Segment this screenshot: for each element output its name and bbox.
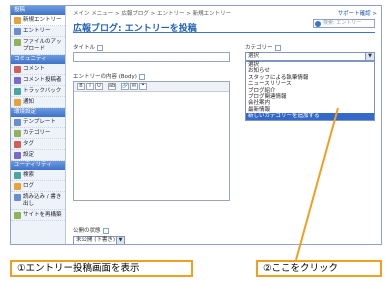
sidebar-item-label: 新規エントリー bbox=[23, 17, 62, 23]
new-entry-icon bbox=[14, 17, 21, 24]
toolbar-button[interactable]: I bbox=[86, 83, 94, 90]
sidebar-item-label: 読み込み / 書き出し bbox=[23, 194, 62, 207]
notify-icon bbox=[14, 99, 21, 106]
sidebar-section-header: ユーティリティ bbox=[11, 161, 65, 170]
sidebar-item-label: コメント投稿者 bbox=[23, 77, 62, 83]
sidebar-item[interactable]: ログ bbox=[11, 181, 65, 192]
sidebar-item-label: サイトを再構築 bbox=[23, 212, 62, 218]
sidebar-section-header: 環境設定 bbox=[11, 108, 65, 117]
category-icon bbox=[14, 130, 21, 137]
sidebar-item[interactable]: 新規エントリー bbox=[11, 15, 65, 26]
search-placeholder: 検索: エントリー bbox=[323, 20, 362, 26]
help-icon[interactable] bbox=[102, 227, 109, 234]
toolbar-button[interactable]: 🔗 bbox=[121, 83, 129, 90]
sidebar-item-label: 設定 bbox=[23, 152, 35, 158]
sidebar-item-label: エントリー bbox=[23, 28, 51, 34]
toolbar-button[interactable]: U bbox=[95, 83, 103, 90]
search-icon bbox=[315, 21, 321, 27]
sidebar-item-label: カテゴリー bbox=[23, 130, 51, 136]
toolbar-button[interactable]: ❝ bbox=[139, 83, 147, 90]
log-icon bbox=[14, 183, 21, 190]
sidebar-item-label: トラックバック bbox=[23, 88, 62, 94]
callout-step1: ①エントリー投稿画面を表示 bbox=[10, 260, 193, 277]
sidebar-item[interactable]: サイトを再構築 bbox=[11, 210, 65, 221]
sidebar-item[interactable]: コメント投稿者 bbox=[11, 75, 65, 86]
category-dropdown-list: 選択 お知らせ スタッフによる執筆情報 ニュースリリース ブログ紹介 ブログ関連情報 会社案… bbox=[245, 61, 375, 121]
help-icon[interactable] bbox=[274, 44, 281, 51]
toolbar-button[interactable]: B bbox=[77, 83, 85, 90]
app-window: 投稿新規エントリー エントリーファイルのアップロードコミュニティコメントコメント投… bbox=[10, 5, 382, 245]
sidebar-item[interactable]: ファイルのアップロード bbox=[11, 37, 65, 55]
sidebar-item-label: テンプレート bbox=[23, 119, 56, 125]
import-export-icon bbox=[14, 194, 21, 201]
sidebar-item[interactable]: 通知 bbox=[11, 97, 65, 108]
toolbar-button[interactable]: ✉ bbox=[130, 83, 138, 90]
main-content: メイン メニュー > 広報ブログ > エントリー > 新規エントリー サポート確… bbox=[67, 6, 381, 244]
sidebar-item[interactable]: タグ bbox=[11, 139, 65, 150]
sidebar-item-label: タグ bbox=[23, 141, 35, 147]
sidebar-item[interactable]: 設定 bbox=[11, 150, 65, 161]
sidebar-item-label: ファイルのアップロード bbox=[23, 39, 62, 52]
sidebar-item-label: ログ bbox=[23, 183, 35, 189]
sidebar-item[interactable]: テンプレート bbox=[11, 117, 65, 128]
editor-toolbar: B I Uab 🔗 ✉ ❝ bbox=[74, 82, 229, 92]
sidebar: 投稿新規エントリー エントリーファイルのアップロードコミュニティコメントコメント投… bbox=[11, 6, 66, 244]
sidebar-item[interactable]: トラックバック bbox=[11, 86, 65, 97]
title-field[interactable] bbox=[73, 52, 230, 62]
rebuild-icon bbox=[14, 212, 21, 219]
callout-step2: ②ここをクリック bbox=[256, 260, 382, 277]
help-icon[interactable] bbox=[97, 44, 104, 51]
status-label-text: 公開の状態 bbox=[73, 228, 101, 234]
sidebar-item[interactable]: コメント bbox=[11, 64, 65, 75]
search-input[interactable]: 検索: エントリー bbox=[313, 19, 375, 28]
sidebar-item-label: コメント bbox=[23, 66, 46, 72]
trackback-icon bbox=[14, 88, 21, 95]
body-editor[interactable]: B I Uab 🔗 ✉ ❝ bbox=[73, 81, 230, 201]
title-label: タイトル bbox=[73, 43, 104, 51]
help-icon[interactable] bbox=[138, 73, 145, 80]
sidebar-section-header: コミュニティ bbox=[11, 55, 65, 64]
commenters-icon bbox=[14, 77, 21, 84]
status-select[interactable]: 未公開 (下書き) ▼ bbox=[73, 236, 125, 244]
screenshot-stage: 投稿新規エントリー エントリーファイルのアップロードコミュニティコメントコメント投… bbox=[0, 0, 390, 283]
title-label-text: タイトル bbox=[73, 45, 96, 51]
template-icon bbox=[14, 119, 21, 126]
category-label-text: カテゴリー bbox=[245, 45, 273, 51]
category-label: カテゴリー bbox=[245, 43, 281, 51]
settings-icon bbox=[14, 152, 21, 159]
sidebar-section-header: 投稿 bbox=[11, 6, 65, 15]
category-select[interactable]: 選択 ▼ bbox=[245, 52, 375, 61]
sidebar-item[interactable]: 読み込み / 書き出し bbox=[11, 192, 65, 210]
search-icon bbox=[14, 172, 21, 179]
toolbar-button[interactable]: ab bbox=[108, 83, 116, 90]
upload-icon bbox=[14, 39, 21, 46]
comment-icon bbox=[14, 66, 21, 73]
body-label: エントリーの内容 (Body) bbox=[73, 72, 145, 80]
breadcrumb[interactable]: メイン メニュー > 広報ブログ > エントリー > 新規エントリー bbox=[73, 9, 231, 17]
category-option[interactable]: 新しいカテゴリーを追加する bbox=[246, 113, 374, 120]
support-link[interactable]: サポート確認 > bbox=[338, 9, 377, 17]
sidebar-item[interactable]: カテゴリー bbox=[11, 128, 65, 139]
entries-icon bbox=[14, 28, 21, 35]
chevron-down-icon[interactable]: ▼ bbox=[116, 237, 124, 244]
sidebar-item[interactable]: エントリー bbox=[11, 26, 65, 37]
sidebar-item-label: 通知 bbox=[23, 99, 35, 105]
status-value: 未公開 (下書き) bbox=[76, 237, 116, 243]
category-selected-value: 選択 bbox=[248, 53, 260, 59]
status-label: 公開の状態 bbox=[73, 226, 109, 234]
body-label-text: エントリーの内容 (Body) bbox=[73, 74, 137, 80]
title-divider bbox=[73, 32, 375, 33]
sidebar-item[interactable]: 検索 bbox=[11, 170, 65, 181]
chevron-down-icon[interactable]: ▼ bbox=[365, 53, 374, 60]
sidebar-item-label: 検索 bbox=[23, 172, 35, 178]
tag-icon bbox=[14, 141, 21, 148]
